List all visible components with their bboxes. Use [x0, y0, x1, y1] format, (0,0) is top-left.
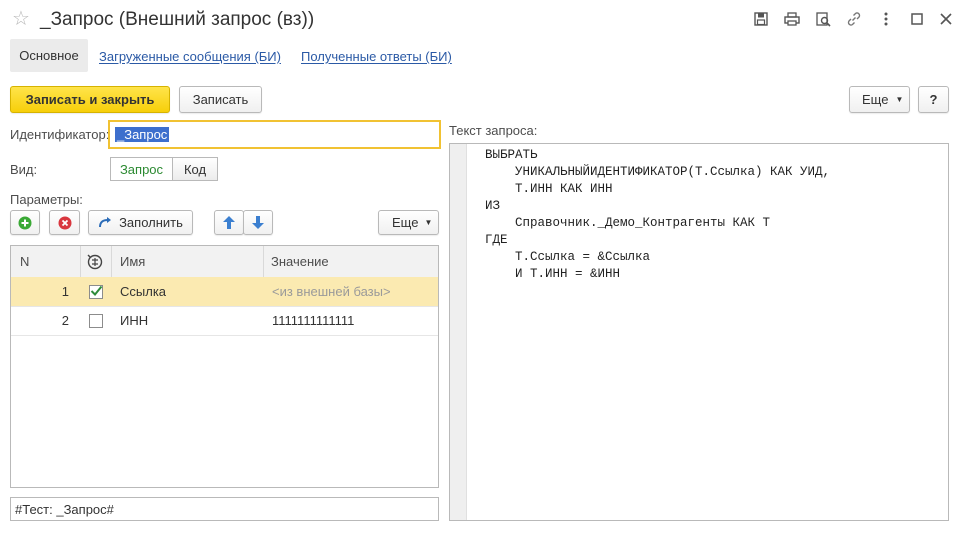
- identifier-label: Идентификатор:: [10, 127, 110, 142]
- row-value: 1111111111111: [272, 313, 355, 328]
- preview-icon[interactable]: [814, 10, 832, 28]
- fill-arrow-icon: [99, 216, 112, 227]
- query-code[interactable]: ВЫБРАТЬ УНИКАЛЬНЫЙИДЕНТИФИКАТОР(Т.Ссылка…: [485, 147, 830, 283]
- identifier-input[interactable]: _Запрос: [108, 120, 441, 149]
- move-up-button[interactable]: [214, 210, 244, 235]
- fill-button[interactable]: Заполнить: [88, 210, 193, 235]
- save-and-close-button[interactable]: Записать и закрыть: [10, 86, 170, 113]
- kind-option-code[interactable]: Код: [172, 157, 218, 181]
- code-line: И Т.ИНН = &ИНН: [485, 267, 621, 281]
- dropdown-arrow-icon: ▼: [895, 95, 904, 104]
- kind-option-query[interactable]: Запрос: [110, 157, 173, 181]
- parameters-table[interactable]: N Имя Значение 1 Ссылка <из внешней базы…: [10, 245, 439, 488]
- params-more-label: Еще: [392, 215, 419, 230]
- code-line: Т.Ссылка = &Ссылка: [485, 250, 651, 264]
- fill-button-label: Заполнить: [119, 215, 183, 230]
- code-line: Справочник._Демо_Контрагенты КАК Т: [485, 216, 771, 230]
- row-checkbox[interactable]: [89, 306, 103, 335]
- kind-label: Вид:: [10, 162, 38, 177]
- favorite-star-icon[interactable]: ☆: [12, 8, 30, 30]
- table-row[interactable]: 2 ИНН 1111111111111: [11, 306, 438, 336]
- save-icon[interactable]: [752, 10, 770, 28]
- arrow-up-icon: [223, 216, 235, 229]
- test-field[interactable]: #Тест: _Запрос#: [10, 497, 439, 521]
- add-icon: [18, 216, 32, 229]
- more-button[interactable]: Еще ▼: [849, 86, 910, 113]
- delete-parameter-button[interactable]: [49, 210, 80, 235]
- save-button[interactable]: Записать: [179, 86, 262, 113]
- column-header-value[interactable]: Значение: [271, 246, 329, 277]
- delete-icon: [58, 216, 71, 229]
- more-vert-icon[interactable]: [877, 10, 895, 28]
- maximize-icon[interactable]: [908, 10, 926, 28]
- link-icon[interactable]: [845, 10, 863, 28]
- test-field-value: #Тест: _Запрос#: [15, 501, 114, 517]
- row-number: 1: [61, 284, 69, 299]
- code-line: УНИКАЛЬНЫЙИДЕНТИФИКАТОР(Т.Ссылка) КАК УИ…: [485, 165, 831, 179]
- print-icon[interactable]: [783, 10, 801, 28]
- table-row[interactable]: 1 Ссылка <из внешней базы>: [11, 277, 438, 307]
- arrow-down-icon: [252, 216, 264, 229]
- close-icon[interactable]: [937, 10, 955, 28]
- external-source-icon: [87, 254, 103, 269]
- query-text-editor[interactable]: ВЫБРАТЬ УНИКАЛЬНЫЙИДЕНТИФИКАТОР(Т.Ссылка…: [449, 143, 949, 521]
- tab-received-answers[interactable]: Полученные ответы (БИ): [301, 49, 452, 64]
- code-line: Т.ИНН КАК ИНН: [485, 182, 613, 196]
- code-line: ГДЕ: [485, 233, 508, 247]
- window-title: _Запрос (Внешний запрос (вз)): [40, 9, 315, 30]
- row-number: 2: [61, 313, 69, 328]
- move-down-button[interactable]: [243, 210, 273, 235]
- more-button-label: Еще: [862, 92, 889, 107]
- tab-main[interactable]: Основное: [10, 39, 88, 72]
- editor-gutter: [450, 144, 467, 520]
- tab-loaded-messages[interactable]: Загруженные сообщения (БИ): [99, 49, 281, 64]
- row-value: <из внешней базы>: [272, 284, 391, 299]
- code-line: ИЗ: [485, 199, 501, 213]
- dropdown-arrow-icon: ▼: [424, 218, 433, 227]
- params-more-button[interactable]: Еще ▼: [378, 210, 439, 235]
- add-parameter-button[interactable]: [10, 210, 40, 235]
- row-checkbox[interactable]: [89, 277, 103, 306]
- row-name: Ссылка: [120, 284, 167, 299]
- query-text-label: Текст запроса:: [449, 123, 538, 138]
- row-name: ИНН: [120, 313, 149, 328]
- column-header-external-icon[interactable]: [87, 246, 103, 277]
- code-line: ВЫБРАТЬ: [485, 148, 538, 162]
- parameters-label: Параметры:: [10, 192, 83, 207]
- column-header-name[interactable]: Имя: [120, 246, 145, 277]
- help-button[interactable]: ?: [918, 86, 949, 113]
- checkbox-unchecked-icon: [89, 313, 103, 328]
- checkbox-checked-icon: [89, 284, 103, 299]
- table-header: N Имя Значение: [11, 246, 438, 278]
- identifier-value: _Запрос: [115, 127, 170, 142]
- column-header-n[interactable]: N: [20, 246, 29, 277]
